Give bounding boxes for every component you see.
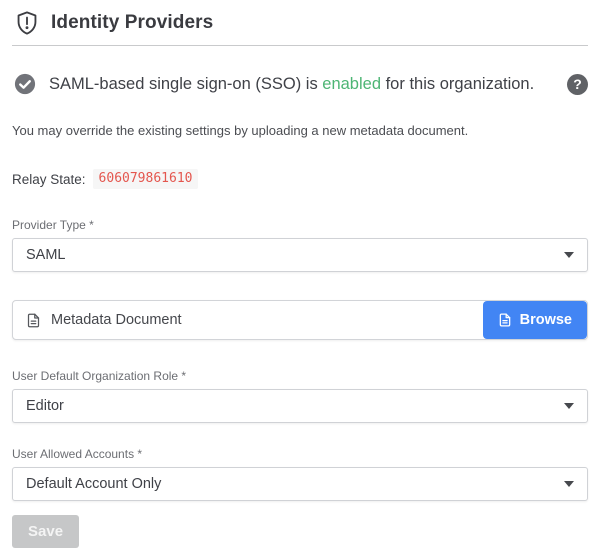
browse-button-label: Browse — [520, 312, 572, 328]
allowed-accounts-value: Default Account Only — [26, 476, 161, 492]
relay-state-row: Relay State: 606079861610 — [12, 169, 588, 189]
default-role-select[interactable]: Editor — [12, 389, 588, 423]
header-divider — [12, 45, 588, 46]
page-title: Identity Providers — [51, 12, 213, 34]
chevron-down-icon — [564, 481, 574, 487]
allowed-accounts-select[interactable]: Default Account Only — [12, 467, 588, 501]
default-role-label: User Default Organization Role * — [12, 369, 588, 383]
metadata-upload-row: Metadata Document Browse — [12, 300, 588, 340]
sso-status-row: SAML-based single sign-on (SSO) is enabl… — [12, 73, 588, 95]
check-circle-icon — [14, 73, 36, 95]
help-icon[interactable]: ? — [567, 74, 588, 95]
provider-type-field: Provider Type * SAML — [12, 218, 588, 272]
document-icon — [498, 313, 512, 327]
sso-status-text-after: for this organization. — [381, 75, 534, 93]
relay-state-value: 606079861610 — [93, 169, 199, 189]
allowed-accounts-label: User Allowed Accounts * — [12, 447, 588, 461]
page-header: Identity Providers — [12, 10, 588, 36]
sso-status-text-before: SAML-based single sign-on (SSO) is — [49, 75, 322, 93]
shield-exclamation-icon — [14, 10, 40, 36]
chevron-down-icon — [564, 403, 574, 409]
provider-type-label: Provider Type * — [12, 218, 588, 232]
sso-status-enabled-badge: enabled — [322, 75, 381, 93]
sso-status-text: SAML-based single sign-on (SSO) is enabl… — [49, 75, 534, 94]
chevron-down-icon — [564, 252, 574, 258]
relay-state-label: Relay State: — [12, 172, 86, 187]
override-description: You may override the existing settings b… — [12, 123, 588, 138]
save-button[interactable]: Save — [12, 515, 79, 548]
provider-type-value: SAML — [26, 247, 66, 263]
default-role-value: Editor — [26, 398, 64, 414]
provider-type-select[interactable]: SAML — [12, 238, 588, 272]
metadata-placeholder: Metadata Document — [51, 312, 182, 328]
allowed-accounts-field: User Allowed Accounts * Default Account … — [12, 447, 588, 501]
document-icon — [26, 313, 41, 328]
default-role-field: User Default Organization Role * Editor — [12, 369, 588, 423]
browse-button[interactable]: Browse — [483, 301, 587, 339]
metadata-file-input[interactable]: Metadata Document — [13, 301, 483, 339]
identity-providers-page: Identity Providers SAML-based single sig… — [0, 0, 600, 548]
